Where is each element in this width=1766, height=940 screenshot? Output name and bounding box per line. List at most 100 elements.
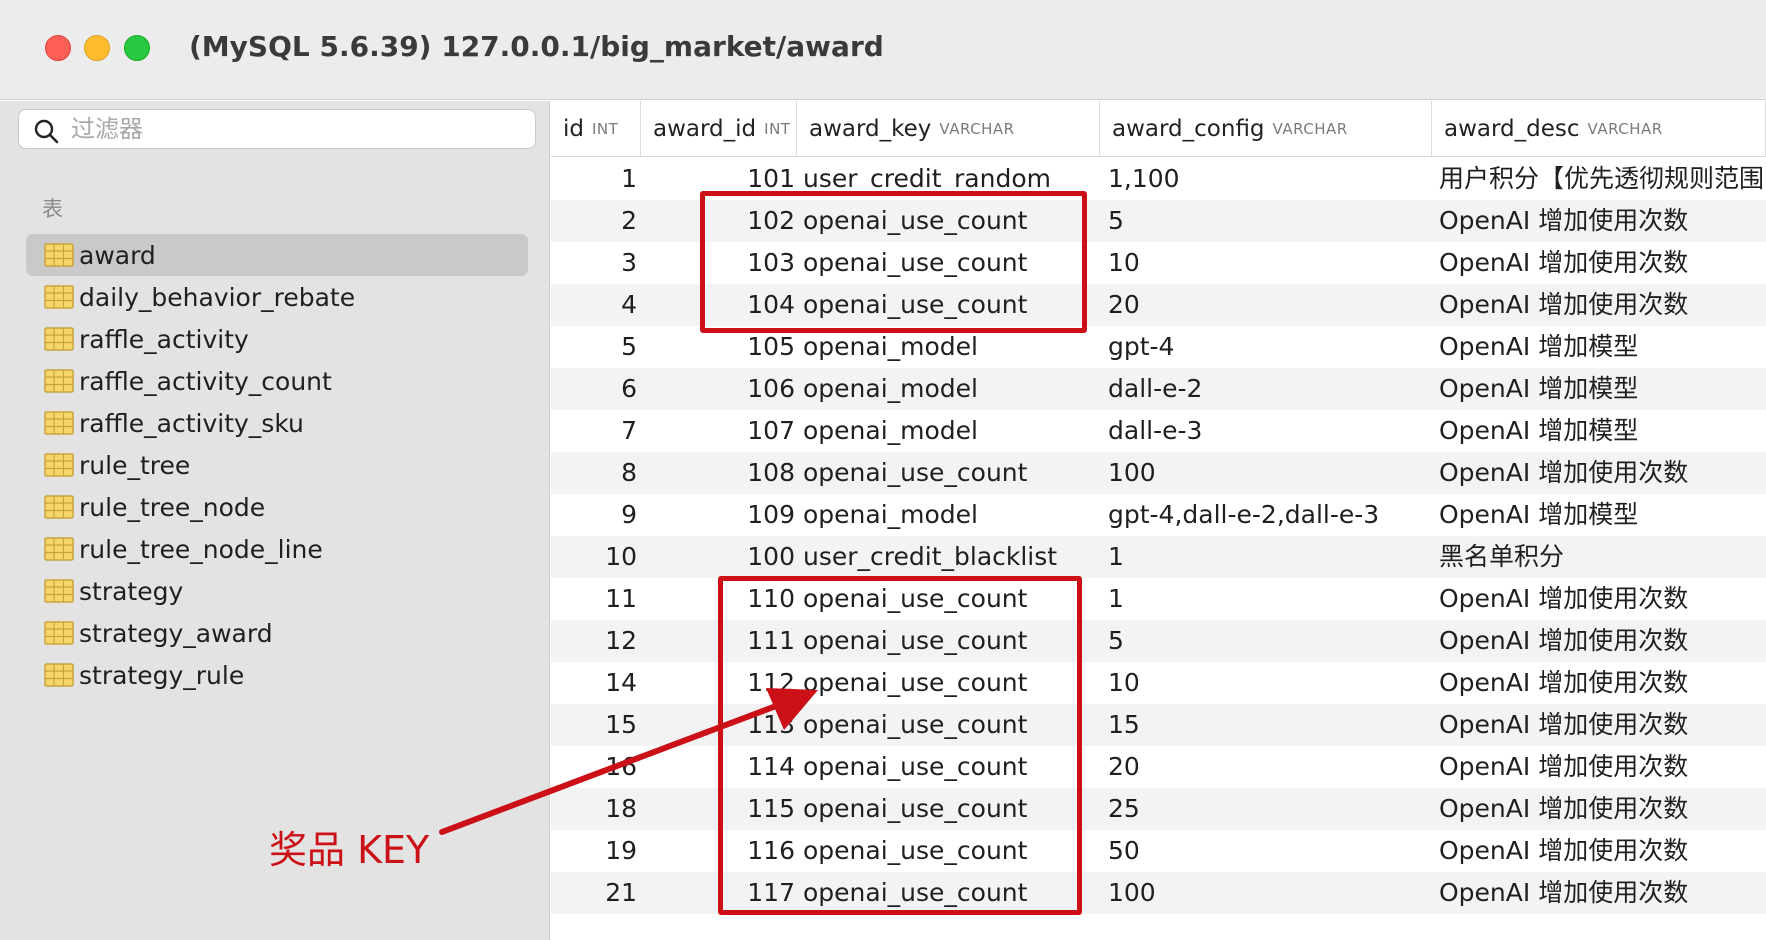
sidebar-table-raffle-activity-count[interactable]: raffle_activity_count xyxy=(26,360,528,402)
filter-input[interactable] xyxy=(71,114,511,144)
table-row[interactable]: 19 116 openai_use_count 50 OpenAI 增加使用次数 xyxy=(551,830,1766,872)
cell-award-id[interactable]: 109 xyxy=(641,494,795,536)
cell-award-config[interactable]: 100 xyxy=(1108,872,1428,914)
minimize-window-button[interactable] xyxy=(84,35,110,61)
cell-award-key[interactable]: openai_model xyxy=(803,326,1103,368)
cell-id[interactable]: 9 xyxy=(551,494,637,536)
cell-id[interactable]: 18 xyxy=(551,788,637,830)
sidebar-table-daily-behavior-rebate[interactable]: daily_behavior_rebate xyxy=(26,276,528,318)
cell-award-id[interactable]: 110 xyxy=(641,578,795,620)
cell-award-config[interactable]: 1 xyxy=(1108,578,1428,620)
cell-award-key[interactable]: openai_use_count xyxy=(803,788,1103,830)
cell-id[interactable]: 19 xyxy=(551,830,637,872)
cell-award-key[interactable]: openai_use_count xyxy=(803,452,1103,494)
table-row[interactable]: 5 105 openai_model gpt-4 OpenAI 增加模型 xyxy=(551,326,1766,368)
cell-award-key[interactable]: user_credit_blacklist xyxy=(803,536,1103,578)
cell-award-id[interactable]: 111 xyxy=(641,620,795,662)
cell-award-desc[interactable]: OpenAI 增加模型 xyxy=(1439,368,1766,410)
cell-award-config[interactable]: 1,100 xyxy=(1108,158,1428,200)
cell-award-key[interactable]: openai_use_count xyxy=(803,284,1103,326)
cell-award-config[interactable]: dall-e-2 xyxy=(1108,368,1428,410)
cell-id[interactable]: 7 xyxy=(551,410,637,452)
cell-award-desc[interactable]: OpenAI 增加模型 xyxy=(1439,494,1766,536)
zoom-window-button[interactable] xyxy=(124,35,150,61)
cell-award-id[interactable]: 108 xyxy=(641,452,795,494)
cell-award-config[interactable]: dall-e-3 xyxy=(1108,410,1428,452)
table-row[interactable]: 12 111 openai_use_count 5 OpenAI 增加使用次数 xyxy=(551,620,1766,662)
cell-award-key[interactable]: openai_model xyxy=(803,410,1103,452)
cell-award-key[interactable]: openai_use_count xyxy=(803,830,1103,872)
cell-award-desc[interactable]: OpenAI 增加使用次数 xyxy=(1439,704,1766,746)
cell-award-desc[interactable]: OpenAI 增加使用次数 xyxy=(1439,284,1766,326)
cell-award-desc[interactable]: OpenAI 增加使用次数 xyxy=(1439,872,1766,914)
cell-award-key[interactable]: openai_model xyxy=(803,494,1103,536)
table-row[interactable]: 7 107 openai_model dall-e-3 OpenAI 增加模型 xyxy=(551,410,1766,452)
cell-award-desc[interactable]: OpenAI 增加使用次数 xyxy=(1439,200,1766,242)
table-row[interactable]: 11 110 openai_use_count 1 OpenAI 增加使用次数 xyxy=(551,578,1766,620)
cell-award-config[interactable]: 25 xyxy=(1108,788,1428,830)
cell-award-desc[interactable]: OpenAI 增加使用次数 xyxy=(1439,662,1766,704)
cell-award-config[interactable]: 5 xyxy=(1108,620,1428,662)
column-header-award-config[interactable]: award_config VARCHAR xyxy=(1100,101,1432,157)
table-row[interactable]: 16 114 openai_use_count 20 OpenAI 增加使用次数 xyxy=(551,746,1766,788)
sidebar-table-strategy-rule[interactable]: strategy_rule xyxy=(26,654,528,696)
cell-id[interactable]: 16 xyxy=(551,746,637,788)
cell-award-config[interactable]: 10 xyxy=(1108,242,1428,284)
cell-id[interactable]: 5 xyxy=(551,326,637,368)
cell-award-id[interactable]: 115 xyxy=(641,788,795,830)
cell-id[interactable]: 21 xyxy=(551,872,637,914)
cell-award-id[interactable]: 103 xyxy=(641,242,795,284)
cell-id[interactable]: 2 xyxy=(551,200,637,242)
cell-award-id[interactable]: 102 xyxy=(641,200,795,242)
cell-award-key[interactable]: openai_use_count xyxy=(803,200,1103,242)
cell-award-key[interactable]: openai_use_count xyxy=(803,872,1103,914)
cell-award-config[interactable]: gpt-4,dall-e-2,dall-e-3 xyxy=(1108,494,1428,536)
cell-award-key[interactable]: openai_use_count xyxy=(803,620,1103,662)
table-row[interactable]: 3 103 openai_use_count 10 OpenAI 增加使用次数 xyxy=(551,242,1766,284)
filter-box[interactable] xyxy=(18,109,536,149)
sidebar-table-strategy-award[interactable]: strategy_award xyxy=(26,612,528,654)
cell-id[interactable]: 12 xyxy=(551,620,637,662)
cell-id[interactable]: 1 xyxy=(551,158,637,200)
table-row[interactable]: 6 106 openai_model dall-e-2 OpenAI 增加模型 xyxy=(551,368,1766,410)
table-row[interactable]: 10 100 user_credit_blacklist 1 黑名单积分 xyxy=(551,536,1766,578)
column-header-award-key[interactable]: award_key VARCHAR xyxy=(797,101,1100,157)
cell-award-config[interactable]: 20 xyxy=(1108,746,1428,788)
table-row[interactable]: 15 113 openai_use_count 15 OpenAI 增加使用次数 xyxy=(551,704,1766,746)
sidebar-table-raffle-activity-sku[interactable]: raffle_activity_sku xyxy=(26,402,528,444)
cell-award-key[interactable]: openai_use_count xyxy=(803,662,1103,704)
cell-award-desc[interactable]: 用户积分【优先透彻规则范围 xyxy=(1439,158,1766,200)
table-row[interactable]: 18 115 openai_use_count 25 OpenAI 增加使用次数 xyxy=(551,788,1766,830)
table-row[interactable]: 14 112 openai_use_count 10 OpenAI 增加使用次数 xyxy=(551,662,1766,704)
sidebar-table-award[interactable]: award xyxy=(26,234,528,276)
cell-id[interactable]: 11 xyxy=(551,578,637,620)
cell-award-id[interactable]: 112 xyxy=(641,662,795,704)
close-window-button[interactable] xyxy=(45,35,71,61)
cell-award-desc[interactable]: OpenAI 增加使用次数 xyxy=(1439,620,1766,662)
cell-award-id[interactable]: 113 xyxy=(641,704,795,746)
cell-award-key[interactable]: openai_use_count xyxy=(803,704,1103,746)
sidebar-table-raffle-activity[interactable]: raffle_activity xyxy=(26,318,528,360)
table-row[interactable]: 2 102 openai_use_count 5 OpenAI 增加使用次数 xyxy=(551,200,1766,242)
sidebar-table-strategy[interactable]: strategy xyxy=(26,570,528,612)
sidebar-table-rule-tree-node[interactable]: rule_tree_node xyxy=(26,486,528,528)
cell-award-id[interactable]: 117 xyxy=(641,872,795,914)
cell-award-key[interactable]: user_credit_random xyxy=(803,158,1103,200)
cell-award-id[interactable]: 105 xyxy=(641,326,795,368)
cell-award-key[interactable]: openai_use_count xyxy=(803,746,1103,788)
cell-award-desc[interactable]: OpenAI 增加使用次数 xyxy=(1439,788,1766,830)
cell-award-config[interactable]: 1 xyxy=(1108,536,1428,578)
data-grid[interactable]: id INT award_id INT award_key VARCHAR award_co… xyxy=(551,101,1766,940)
cell-award-config[interactable]: 15 xyxy=(1108,704,1428,746)
cell-award-id[interactable]: 107 xyxy=(641,410,795,452)
cell-id[interactable]: 8 xyxy=(551,452,637,494)
sidebar-table-rule-tree-node-line[interactable]: rule_tree_node_line xyxy=(26,528,528,570)
cell-award-id[interactable]: 104 xyxy=(641,284,795,326)
table-row[interactable]: 8 108 openai_use_count 100 OpenAI 增加使用次数 xyxy=(551,452,1766,494)
cell-award-config[interactable]: 50 xyxy=(1108,830,1428,872)
cell-id[interactable]: 4 xyxy=(551,284,637,326)
cell-award-id[interactable]: 114 xyxy=(641,746,795,788)
cell-award-key[interactable]: openai_use_count xyxy=(803,242,1103,284)
cell-award-config[interactable]: 20 xyxy=(1108,284,1428,326)
cell-award-id[interactable]: 100 xyxy=(641,536,795,578)
